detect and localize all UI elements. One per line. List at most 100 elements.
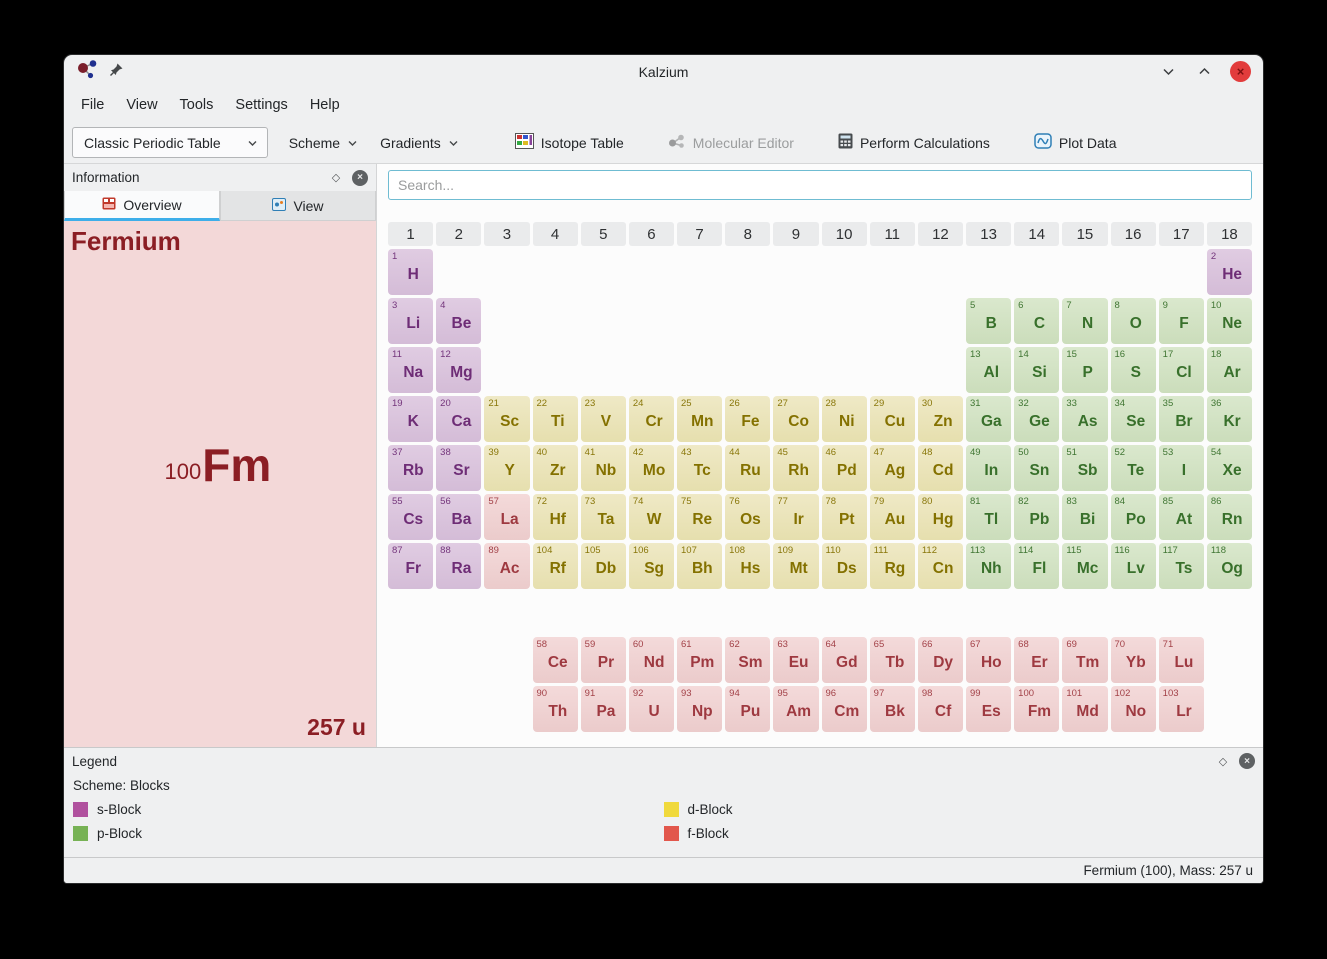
menu-file[interactable]: File: [70, 92, 115, 118]
gradients-menu-button[interactable]: Gradients: [371, 128, 468, 157]
element-Xe[interactable]: 54Xe: [1207, 445, 1252, 491]
scheme-menu-button[interactable]: Scheme: [280, 128, 367, 157]
element-Mg[interactable]: 12Mg: [436, 347, 481, 393]
element-Fm[interactable]: 100Fm: [1014, 686, 1059, 732]
element-Ac[interactable]: 89Ac: [484, 543, 529, 589]
element-Db[interactable]: 105Db: [581, 543, 626, 589]
element-Y[interactable]: 39Y: [484, 445, 529, 491]
element-Cr[interactable]: 24Cr: [629, 396, 674, 442]
element-Pu[interactable]: 94Pu: [725, 686, 770, 732]
element-H[interactable]: 1H: [388, 249, 433, 295]
element-S[interactable]: 16S: [1111, 347, 1156, 393]
close-button[interactable]: ×: [1230, 61, 1251, 82]
element-Au[interactable]: 79Au: [870, 494, 915, 540]
element-Cf[interactable]: 98Cf: [918, 686, 963, 732]
element-Rh[interactable]: 45Rh: [773, 445, 818, 491]
element-Ds[interactable]: 110Ds: [822, 543, 867, 589]
element-B[interactable]: 5B: [966, 298, 1011, 344]
element-Cu[interactable]: 29Cu: [870, 396, 915, 442]
element-Hf[interactable]: 72Hf: [533, 494, 578, 540]
element-As[interactable]: 33As: [1062, 396, 1107, 442]
element-Rg[interactable]: 111Rg: [870, 543, 915, 589]
menu-tools[interactable]: Tools: [169, 92, 225, 118]
element-Sc[interactable]: 21Sc: [484, 396, 529, 442]
menu-view[interactable]: View: [115, 92, 168, 118]
element-Og[interactable]: 118Og: [1207, 543, 1252, 589]
element-Ho[interactable]: 67Ho: [966, 637, 1011, 683]
element-Ba[interactable]: 56Ba: [436, 494, 481, 540]
element-Pd[interactable]: 46Pd: [822, 445, 867, 491]
float-panel-icon[interactable]: ◇: [328, 170, 344, 186]
table-type-select[interactable]: Classic Periodic Table: [72, 127, 268, 158]
element-Ir[interactable]: 77Ir: [773, 494, 818, 540]
element-F[interactable]: 9F: [1159, 298, 1204, 344]
element-Gd[interactable]: 64Gd: [822, 637, 867, 683]
element-Tm[interactable]: 69Tm: [1062, 637, 1107, 683]
isotope-table-button[interactable]: Isotope Table: [506, 127, 633, 158]
element-Lr[interactable]: 103Lr: [1159, 686, 1204, 732]
element-Br[interactable]: 35Br: [1159, 396, 1204, 442]
element-Pa[interactable]: 91Pa: [581, 686, 626, 732]
element-Tc[interactable]: 43Tc: [677, 445, 722, 491]
element-Co[interactable]: 27Co: [773, 396, 818, 442]
maximize-button[interactable]: [1194, 62, 1214, 82]
element-Be[interactable]: 4Be: [436, 298, 481, 344]
tab-view[interactable]: View: [220, 191, 376, 221]
element-I[interactable]: 53I: [1159, 445, 1204, 491]
element-Mt[interactable]: 109Mt: [773, 543, 818, 589]
element-Re[interactable]: 75Re: [677, 494, 722, 540]
plot-data-button[interactable]: Plot Data: [1025, 127, 1126, 158]
element-W[interactable]: 74W: [629, 494, 674, 540]
element-Cs[interactable]: 55Cs: [388, 494, 433, 540]
element-Si[interactable]: 14Si: [1014, 347, 1059, 393]
element-Zr[interactable]: 40Zr: [533, 445, 578, 491]
element-Ni[interactable]: 28Ni: [822, 396, 867, 442]
element-Pm[interactable]: 61Pm: [677, 637, 722, 683]
element-Np[interactable]: 93Np: [677, 686, 722, 732]
element-Lv[interactable]: 116Lv: [1111, 543, 1156, 589]
element-Ra[interactable]: 88Ra: [436, 543, 481, 589]
element-Al[interactable]: 13Al: [966, 347, 1011, 393]
element-Ce[interactable]: 58Ce: [533, 637, 578, 683]
element-Rb[interactable]: 37Rb: [388, 445, 433, 491]
element-Po[interactable]: 84Po: [1111, 494, 1156, 540]
element-He[interactable]: 2He: [1207, 249, 1252, 295]
element-P[interactable]: 15P: [1062, 347, 1107, 393]
element-Ga[interactable]: 31Ga: [966, 396, 1011, 442]
element-Fe[interactable]: 26Fe: [725, 396, 770, 442]
element-Bk[interactable]: 97Bk: [870, 686, 915, 732]
search-input[interactable]: [388, 170, 1252, 200]
element-Sm[interactable]: 62Sm: [725, 637, 770, 683]
element-Hs[interactable]: 108Hs: [725, 543, 770, 589]
menu-help[interactable]: Help: [299, 92, 351, 118]
element-Sn[interactable]: 50Sn: [1014, 445, 1059, 491]
element-V[interactable]: 23V: [581, 396, 626, 442]
element-O[interactable]: 8O: [1111, 298, 1156, 344]
element-Pr[interactable]: 59Pr: [581, 637, 626, 683]
legend-float-icon[interactable]: ◇: [1215, 753, 1231, 769]
element-Dy[interactable]: 66Dy: [918, 637, 963, 683]
element-Es[interactable]: 99Es: [966, 686, 1011, 732]
element-Ti[interactable]: 22Ti: [533, 396, 578, 442]
element-U[interactable]: 92U: [629, 686, 674, 732]
element-Nb[interactable]: 41Nb: [581, 445, 626, 491]
element-Yb[interactable]: 70Yb: [1111, 637, 1156, 683]
element-Nh[interactable]: 113Nh: [966, 543, 1011, 589]
element-K[interactable]: 19K: [388, 396, 433, 442]
element-Cn[interactable]: 112Cn: [918, 543, 963, 589]
element-Zn[interactable]: 30Zn: [918, 396, 963, 442]
element-Kr[interactable]: 36Kr: [1207, 396, 1252, 442]
element-Ta[interactable]: 73Ta: [581, 494, 626, 540]
element-N[interactable]: 7N: [1062, 298, 1107, 344]
close-panel-icon[interactable]: ×: [352, 170, 368, 186]
element-Th[interactable]: 90Th: [533, 686, 578, 732]
element-Mc[interactable]: 115Mc: [1062, 543, 1107, 589]
element-Rf[interactable]: 104Rf: [533, 543, 578, 589]
element-Li[interactable]: 3Li: [388, 298, 433, 344]
element-Pt[interactable]: 78Pt: [822, 494, 867, 540]
element-Os[interactable]: 76Os: [725, 494, 770, 540]
element-In[interactable]: 49In: [966, 445, 1011, 491]
element-Pb[interactable]: 82Pb: [1014, 494, 1059, 540]
element-Tl[interactable]: 81Tl: [966, 494, 1011, 540]
element-No[interactable]: 102No: [1111, 686, 1156, 732]
